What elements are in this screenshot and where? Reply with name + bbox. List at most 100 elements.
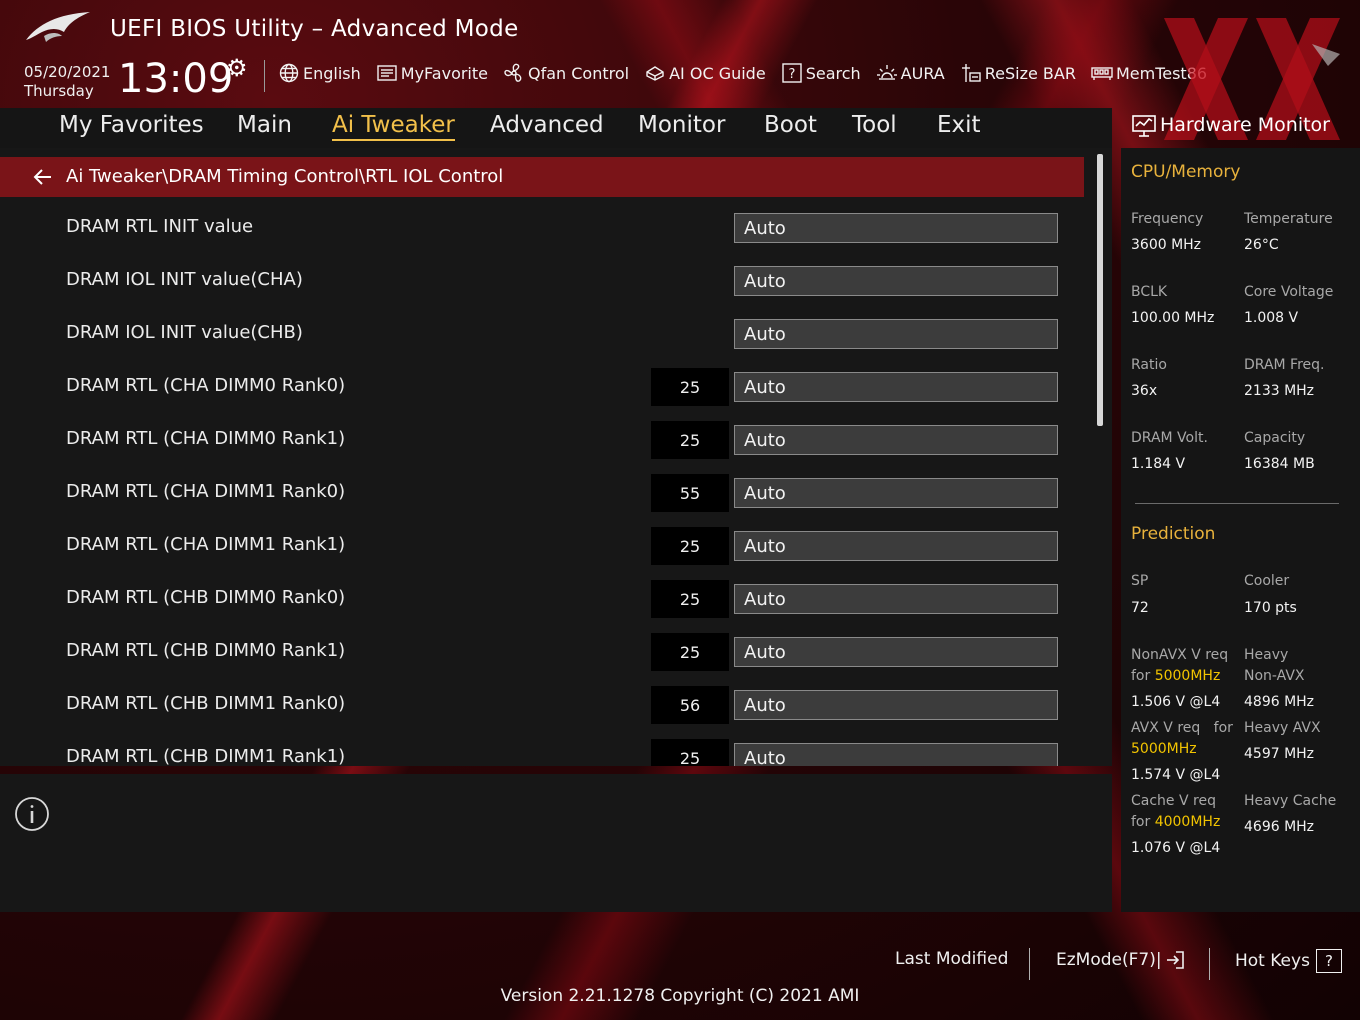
tab-ai-tweaker[interactable]: Ai Tweaker [332, 112, 455, 141]
tab-exit[interactable]: Exit [937, 112, 981, 138]
help-key-icon: ? [1315, 949, 1342, 973]
tab-advanced[interactable]: Advanced [490, 112, 604, 138]
setting-label: DRAM RTL (CHB DIMM1 Rank1) [66, 746, 346, 766]
myfavorite-button[interactable]: MyFavorite [376, 62, 488, 84]
cache-target-freq: 4000MHz [1154, 814, 1221, 830]
heavy-cache-label: Heavy Cache [1244, 793, 1337, 809]
svg-text:?: ? [788, 67, 795, 82]
ratio-value: 36x [1131, 383, 1158, 399]
bclk-value: 100.00 MHz [1131, 310, 1215, 326]
frequency-value: 3600 MHz [1131, 237, 1202, 253]
heavy-avx-value: 4597 MHz [1244, 746, 1315, 762]
hot-keys-button[interactable]: Hot Keys ? [1235, 949, 1342, 973]
search-label: Search [805, 63, 861, 83]
setting-select[interactable]: Auto [734, 425, 1058, 455]
setting-row[interactable]: DRAM IOL INIT value(CHA) Auto [0, 260, 1084, 313]
search-button[interactable]: ? Search [781, 62, 861, 84]
globe-icon [278, 62, 300, 84]
search-icon: ? [781, 62, 803, 84]
ratio-label: Ratio [1131, 357, 1167, 373]
setting-select[interactable]: Auto [734, 690, 1058, 720]
setting-select[interactable]: Auto [734, 531, 1058, 561]
resize-bar-label: ReSize BAR [984, 63, 1076, 83]
hardware-monitor-panel: CPU/Memory Frequency 3600 MHz Temperatur… [1121, 148, 1360, 912]
sp-value: 72 [1131, 600, 1149, 616]
avx-target-freq: 5000MHz [1131, 741, 1197, 757]
setting-select[interactable]: Auto [734, 266, 1058, 296]
setting-label: DRAM RTL (CHA DIMM1 Rank0) [66, 481, 346, 502]
version-info: Version 2.21.1278 Copyright (C) 2021 AMI [500, 986, 860, 1006]
setting-row[interactable]: DRAM IOL INIT value(CHB) Auto [0, 313, 1084, 366]
resize-bar-icon [960, 62, 982, 84]
help-panel [0, 774, 1112, 912]
heavy-cache-value: 4696 MHz [1244, 819, 1315, 835]
heavy-avx-label: Heavy AVX [1244, 720, 1321, 736]
monitor-icon [1132, 115, 1156, 137]
setting-label: DRAM RTL (CHA DIMM0 Rank0) [66, 375, 346, 396]
setting-row[interactable]: DRAM RTL (CHA DIMM0 Rank1) 25 Auto [0, 419, 1084, 472]
resize-bar-button[interactable]: ReSize BAR [960, 62, 1076, 84]
avx-vreq-label: AVX V req for [1131, 720, 1233, 736]
current-value: 55 [651, 474, 729, 512]
capacity-value: 16384 MB [1244, 456, 1315, 472]
rog-logo-icon [26, 12, 90, 42]
setting-select[interactable]: Auto [734, 478, 1058, 508]
dram-freq-value: 2133 MHz [1244, 383, 1315, 399]
cooler-label: Cooler [1244, 573, 1290, 589]
setting-select[interactable]: Auto [734, 319, 1058, 349]
aura-label: AURA [900, 63, 945, 83]
temperature-value: 26°C [1244, 237, 1279, 253]
footer-divider [1029, 948, 1030, 980]
memory-icon [1091, 62, 1113, 84]
setting-label: DRAM RTL (CHB DIMM1 Rank0) [66, 693, 346, 714]
clock-settings-icon[interactable]: ⚙ [226, 54, 248, 82]
setting-select[interactable]: Auto [734, 584, 1058, 614]
setting-row[interactable]: DRAM RTL (CHB DIMM0 Rank1) 25 Auto [0, 631, 1084, 684]
setting-row[interactable]: DRAM RTL (CHB DIMM0 Rank0) 25 Auto [0, 578, 1084, 631]
header-bar: UEFI BIOS Utility – Advanced Mode 05/20/… [0, 0, 1360, 108]
tab-boot[interactable]: Boot [764, 112, 817, 138]
setting-select[interactable]: Auto [734, 213, 1058, 243]
current-value: 56 [651, 686, 729, 724]
setting-row[interactable]: DRAM RTL (CHA DIMM1 Rank1) 25 Auto [0, 525, 1084, 578]
setting-row[interactable]: DRAM RTL (CHA DIMM0 Rank0) 25 Auto [0, 366, 1084, 419]
current-value: 25 [651, 633, 729, 671]
ezmode-button[interactable]: EzMode(F7)| [1056, 949, 1186, 971]
hardware-monitor-title: Hardware Monitor [1160, 114, 1330, 136]
setting-select[interactable]: Auto [734, 637, 1058, 667]
back-arrow-icon[interactable] [32, 166, 54, 188]
quick-toolbar: English MyFavorite Qfan Control AI OC Gu… [278, 62, 1222, 84]
tab-tool[interactable]: Tool [852, 112, 897, 138]
setting-row[interactable]: DRAM RTL (CHA DIMM1 Rank0) 55 Auto [0, 472, 1084, 525]
frequency-label: Frequency [1131, 211, 1204, 227]
setting-row[interactable]: DRAM RTL (CHB DIMM1 Rank0) 56 Auto [0, 684, 1084, 737]
last-modified-button[interactable]: Last Modified [895, 949, 1008, 969]
info-icon [15, 797, 49, 831]
setting-select[interactable]: Auto [734, 372, 1058, 402]
qfan-control-button[interactable]: Qfan Control [503, 62, 629, 84]
date-display: 05/20/2021 [24, 63, 111, 81]
setting-row[interactable]: DRAM RTL (CHB DIMM1 Rank1) 25 Auto [0, 737, 1084, 766]
settings-scrollbar[interactable] [1097, 154, 1103, 426]
settings-panel: Ai Tweaker\DRAM Timing Control\RTL IOL C… [0, 148, 1112, 766]
aura-button[interactable]: AURA [876, 62, 945, 84]
memtest86-label: MemTest86 [1115, 63, 1208, 83]
setting-label: DRAM IOL INIT value(CHA) [66, 269, 303, 290]
aura-light-icon [876, 62, 898, 84]
footer-divider [1209, 948, 1210, 980]
language-button[interactable]: English [278, 62, 361, 84]
ezmode-label: EzMode(F7)| [1056, 950, 1162, 970]
setting-select[interactable]: Auto [734, 743, 1058, 766]
exit-to-ezmode-icon [1166, 951, 1184, 969]
tab-my-favorites[interactable]: My Favorites [59, 112, 204, 138]
breadcrumb: Ai Tweaker\DRAM Timing Control\RTL IOL C… [0, 157, 1084, 197]
setting-row[interactable]: DRAM RTL INIT value Auto [0, 207, 1084, 260]
core-voltage-label: Core Voltage [1244, 284, 1334, 300]
heavy-nonavx-value: 4896 MHz [1244, 694, 1315, 710]
current-value: 25 [651, 421, 729, 459]
tab-main[interactable]: Main [237, 112, 292, 138]
memtest86-button[interactable]: MemTest86 [1091, 62, 1207, 84]
dram-volt-value: 1.184 V [1131, 456, 1186, 472]
tab-monitor[interactable]: Monitor [638, 112, 725, 138]
ai-oc-guide-button[interactable]: AI OC Guide [644, 62, 766, 84]
